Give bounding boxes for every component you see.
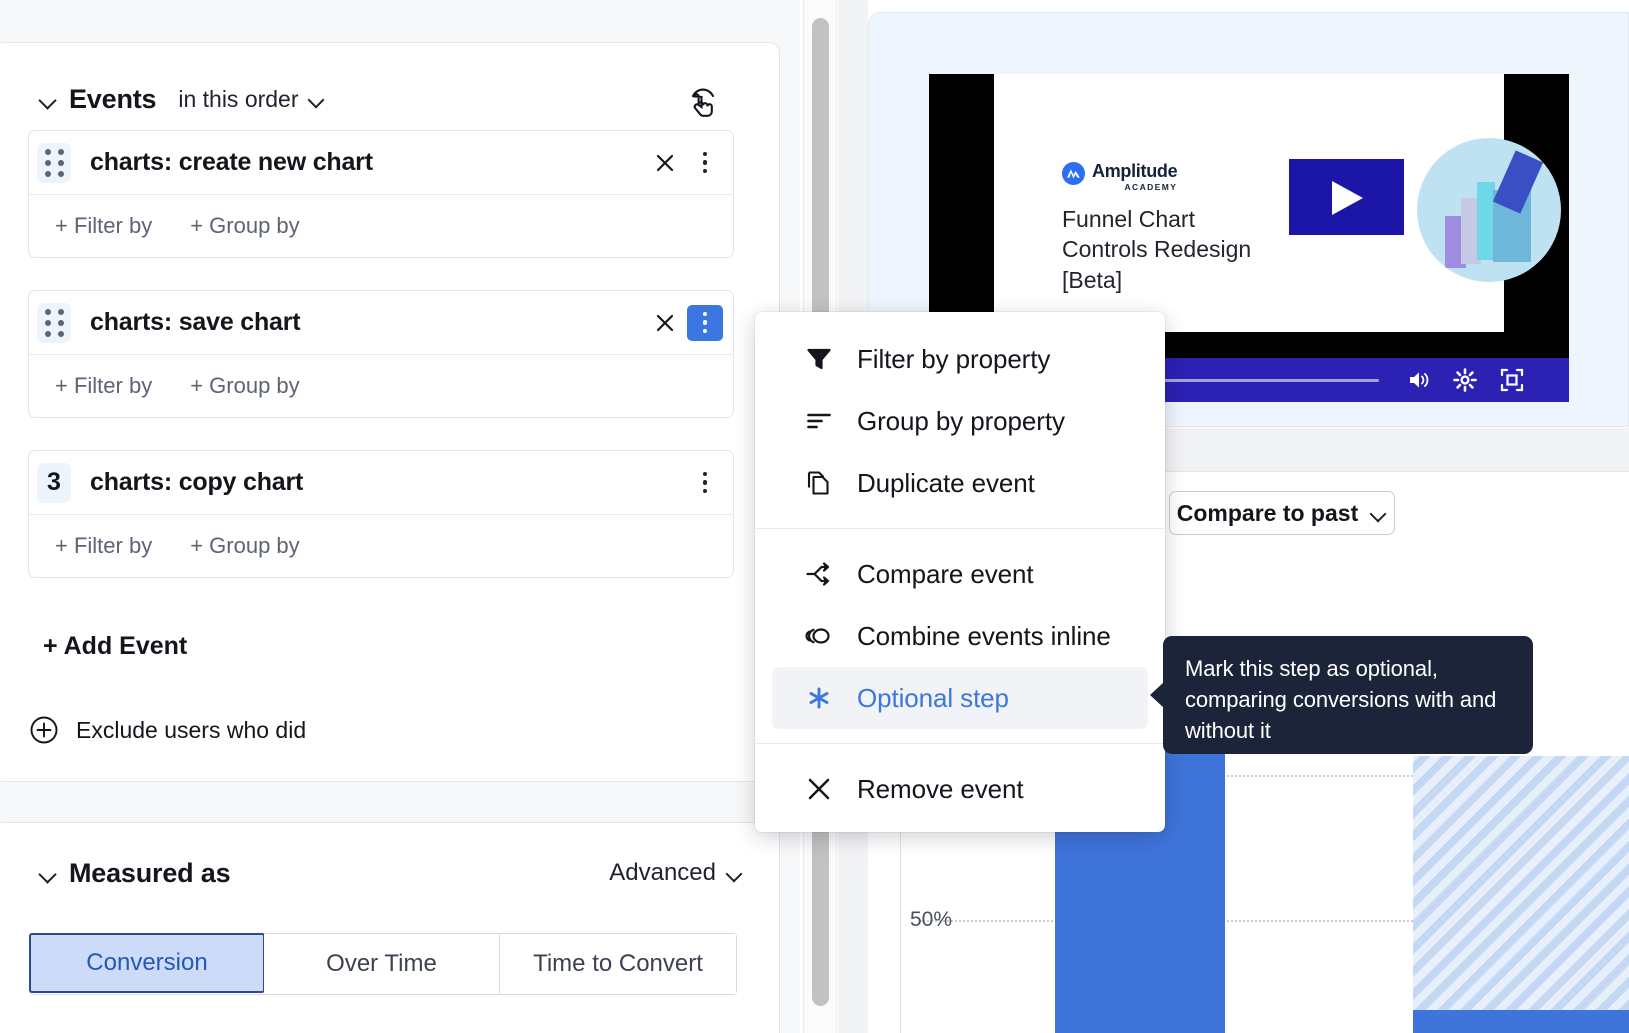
add-groupby-button[interactable]: + Group by: [190, 213, 299, 239]
volume-icon[interactable]: [1406, 367, 1432, 393]
event-row: charts: create new chart: [29, 131, 733, 194]
menu-item-label: Combine events inline: [857, 621, 1111, 652]
video-title: Funnel Chart Controls Redesign [Beta]: [1062, 204, 1282, 295]
menu-item-label: Group by property: [857, 406, 1065, 437]
asterisk-icon: [805, 684, 833, 712]
chart-y-tick-label: 50%: [910, 908, 952, 932]
menu-item-remove-event[interactable]: Remove event: [755, 758, 1165, 820]
page-title: Events: [69, 84, 156, 115]
chevron-down-icon: [726, 865, 743, 882]
menu-item-label: Remove event: [857, 774, 1023, 805]
menu-item-group-by-property[interactable]: Group by property: [755, 390, 1165, 452]
tab-conversion[interactable]: Conversion: [29, 933, 265, 993]
amplitude-logo-icon: [1062, 162, 1085, 185]
combine-icon: [805, 622, 833, 650]
close-icon[interactable]: [647, 145, 683, 181]
menu-item-label: Filter by property: [857, 344, 1050, 375]
funnel-icon: [805, 345, 833, 373]
add-filter-button[interactable]: + Filter by: [55, 533, 152, 559]
measured-as-title: Measured as: [69, 858, 230, 889]
add-event-button[interactable]: + Add Event: [43, 632, 187, 661]
menu-item-filter-by-property[interactable]: Filter by property: [755, 328, 1165, 390]
event-actions: [687, 451, 723, 514]
advanced-label: Advanced: [609, 859, 716, 887]
event-block-3: 3 charts: copy chart + Filter by + Group…: [28, 450, 734, 578]
add-filter-button[interactable]: + Filter by: [55, 213, 152, 239]
compare-arrows-icon: [805, 560, 833, 588]
menu-item-label: Duplicate event: [857, 468, 1035, 499]
tap-gesture-icon[interactable]: [685, 83, 721, 119]
event-actions: [647, 291, 723, 354]
menu-item-compare-event[interactable]: Compare event: [755, 543, 1165, 605]
compare-to-past-label: Compare to past: [1177, 500, 1358, 527]
measured-as-segmented-control: Conversion Over Time Time to Convert: [29, 933, 737, 995]
event-block-1: charts: create new chart + Filter by + G…: [28, 130, 734, 258]
event-context-menu: Filter by property Group by property Dup…: [755, 312, 1165, 832]
brand-subtitle: ACADEMY: [1092, 183, 1177, 192]
fullscreen-icon[interactable]: [1499, 367, 1525, 393]
decorative-illustration: [1417, 138, 1561, 282]
duplicate-icon: [805, 469, 833, 497]
event-row: 3 charts: copy chart: [29, 451, 733, 514]
chevron-down-icon: [308, 91, 325, 108]
play-triangle-icon: [1332, 181, 1363, 215]
video-frame: Amplitude ACADEMY Funnel Chart Controls …: [994, 74, 1504, 332]
events-header: Events in this order: [35, 77, 743, 121]
drag-handle-icon[interactable]: [37, 303, 71, 343]
chart-bar-step-2-base: [1413, 1010, 1629, 1033]
step-number-label: 3: [47, 468, 61, 497]
drag-handle-icon[interactable]: [37, 143, 71, 183]
compare-to-past-button[interactable]: Compare to past: [1169, 491, 1395, 535]
event-kebab-menu-button[interactable]: [687, 465, 723, 501]
group-by-icon: [805, 407, 833, 435]
menu-divider: [755, 528, 1165, 529]
exclude-users-button[interactable]: Exclude users who did: [29, 715, 306, 745]
close-x-icon: [805, 775, 833, 803]
events-card: Events in this order: [0, 42, 780, 782]
tab-time-to-convert[interactable]: Time to Convert: [500, 934, 736, 994]
event-block-2: charts: save chart + Filter by + Group b…: [28, 290, 734, 418]
chevron-down-icon[interactable]: [35, 860, 61, 886]
menu-divider: [755, 743, 1165, 744]
menu-item-label: Optional step: [857, 683, 1009, 714]
event-order-label: in this order: [178, 86, 298, 113]
event-step-number[interactable]: 3: [37, 463, 71, 503]
plus-circle-icon: [29, 715, 59, 745]
event-kebab-menu-button[interactable]: [687, 145, 723, 181]
exclude-users-label: Exclude users who did: [76, 717, 306, 744]
menu-item-duplicate-event[interactable]: Duplicate event: [755, 452, 1165, 514]
add-groupby-button[interactable]: + Group by: [190, 533, 299, 559]
menu-item-combine-events-inline[interactable]: Combine events inline: [755, 605, 1165, 667]
add-filter-button[interactable]: + Filter by: [55, 373, 152, 399]
event-row: charts: save chart: [29, 291, 733, 354]
event-name[interactable]: charts: create new chart: [90, 148, 373, 177]
chart-bar-step-2[interactable]: [1413, 756, 1629, 1033]
tab-over-time[interactable]: Over Time: [264, 934, 500, 994]
add-groupby-button[interactable]: + Group by: [190, 373, 299, 399]
event-order-dropdown[interactable]: in this order: [178, 86, 324, 113]
event-name[interactable]: charts: save chart: [90, 308, 300, 337]
menu-item-optional-step[interactable]: Optional step: [772, 667, 1148, 729]
measured-as-header: Measured as Advanced: [35, 851, 743, 895]
measured-as-card: Measured as Advanced Conversion Over Tim…: [0, 822, 780, 1033]
optional-step-tooltip: Mark this step as optional, comparing co…: [1163, 636, 1533, 754]
brand-name: Amplitude: [1092, 162, 1177, 180]
event-actions: [647, 131, 723, 194]
close-icon[interactable]: [647, 305, 683, 341]
event-kebab-menu-button[interactable]: [687, 305, 723, 341]
event-filter-row: + Filter by + Group by: [29, 514, 733, 576]
menu-item-label: Compare event: [857, 559, 1033, 590]
event-filter-row: + Filter by + Group by: [29, 354, 733, 416]
gear-icon[interactable]: [1452, 367, 1478, 393]
event-name[interactable]: charts: copy chart: [90, 468, 303, 497]
chevron-down-icon[interactable]: [35, 86, 61, 112]
app-root: Events in this order: [0, 0, 1629, 1033]
play-button[interactable]: [1289, 159, 1404, 235]
advanced-dropdown[interactable]: Advanced: [609, 859, 743, 887]
left-config-column: Events in this order: [0, 0, 800, 1033]
chevron-down-icon: [1370, 505, 1387, 522]
event-filter-row: + Filter by + Group by: [29, 194, 733, 256]
amplitude-academy-logo: Amplitude ACADEMY: [1062, 162, 1177, 192]
